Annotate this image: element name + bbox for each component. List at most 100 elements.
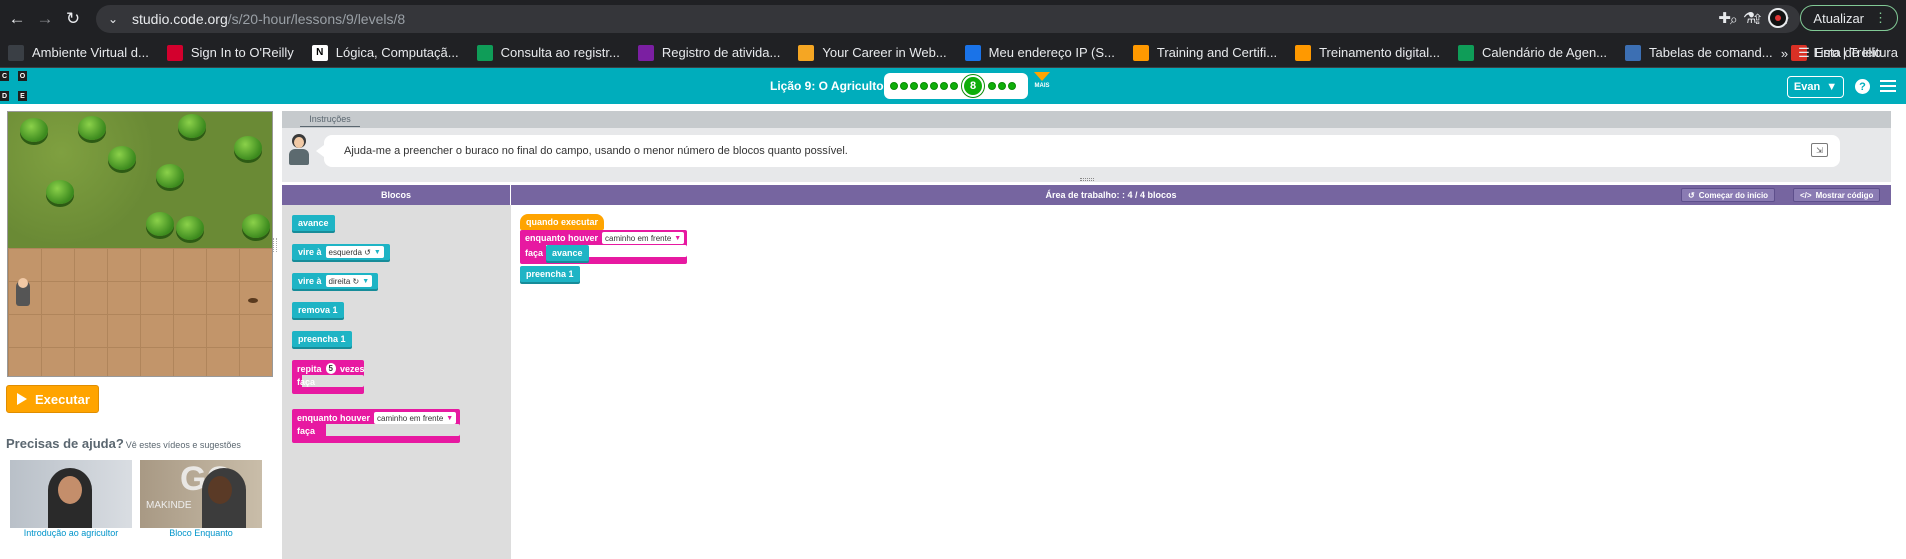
bookmark-item[interactable]: Training and Certifi... [1132, 44, 1277, 61]
level-dot[interactable] [910, 82, 918, 90]
condition-dropdown[interactable]: caminho em frente ▼ [602, 232, 685, 244]
instructions-resize-grip[interactable] [1080, 178, 1094, 181]
bookmark-item[interactable]: Tabelas de comand... [1625, 44, 1773, 61]
level-dot[interactable] [930, 82, 938, 90]
bookmark-label: Tabelas de comand... [1649, 45, 1773, 60]
bookmark-item[interactable]: N Lógica, Computaçã... [311, 44, 459, 61]
when-run-block[interactable]: quando executar [520, 214, 605, 230]
level-dot[interactable] [890, 82, 898, 90]
restart-icon: ↺ [1688, 190, 1695, 200]
level-dot[interactable] [900, 82, 908, 90]
bookmark-label: Calendário de Agen... [1481, 45, 1608, 60]
logo-letter: O [18, 71, 27, 81]
back-icon[interactable]: ← [6, 8, 28, 30]
url-text: studio.code.org/s/20-hour/lessons/9/leve… [132, 11, 406, 27]
block-slot [326, 424, 460, 436]
labs-flask-icon[interactable]: ⚗ [1743, 9, 1756, 27]
toolbox-block-move[interactable]: avance [292, 215, 335, 231]
bookmark-item[interactable]: Meu endereço IP (S... [964, 44, 1115, 61]
help-heading: Precisas de ajuda? Vê estes vídeos e suge… [6, 436, 241, 451]
panel-resize-handle[interactable] [273, 238, 277, 252]
start-over-button[interactable]: ↺ Começar do início [1681, 188, 1776, 202]
current-level-bubble[interactable]: 8 [962, 75, 984, 97]
more-bookmarks-icon[interactable]: » [1781, 46, 1788, 61]
direction-dropdown[interactable]: esquerda ↺ ▼ [325, 246, 384, 258]
extensions-icon[interactable]: ✚ [1718, 9, 1731, 27]
bookmark-label: Meu endereço IP (S... [988, 45, 1115, 60]
lesson-title[interactable]: Lição 9: O Agricultor [770, 79, 888, 93]
bookmark-item[interactable]: Consulta ao registr... [476, 44, 620, 61]
farmer-avatar-icon [286, 133, 310, 165]
bookmark-favicon-icon [1132, 44, 1149, 61]
dropdown-value: caminho em frente [605, 233, 672, 243]
fill-block[interactable]: preencha 1 [520, 266, 580, 282]
caret-down-icon: ▼ [1826, 81, 1838, 93]
bookmarks-overflow: » ☰ Lista de leitura [1781, 38, 1898, 67]
direction-dropdown[interactable]: direita ↻ ▼ [325, 275, 373, 287]
collapse-instructions-icon[interactable]: ⇲ [1811, 143, 1828, 157]
level-dot[interactable] [988, 82, 996, 90]
bookmarks-bar: Ambiente Virtual d... Sign In to O'Reilly… [0, 38, 1906, 68]
repeat-count-input[interactable]: 5 [325, 363, 336, 374]
video-thumbnail[interactable] [10, 460, 132, 528]
dirt-field [8, 248, 272, 376]
bookmark-favicon-icon [1625, 44, 1642, 61]
bookmark-item[interactable]: Registro de ativida... [637, 44, 781, 61]
level-dot[interactable] [950, 82, 958, 90]
move-block[interactable]: avance [546, 245, 589, 261]
level-dot[interactable] [920, 82, 928, 90]
dropdown-arrow-icon: ▼ [674, 234, 682, 242]
dropdown-value: esquerda ↺ [328, 247, 371, 257]
bookmark-item[interactable]: Your Career in Web... [798, 44, 947, 61]
browser-toolbar: ← → ↻ ⌄ studio.code.org/s/20-hour/lesson… [0, 0, 1906, 38]
bookmark-label: Your Career in Web... [822, 45, 947, 60]
bookmark-favicon-icon [8, 44, 24, 61]
bookmark-favicon-icon [476, 44, 493, 61]
code-org-logo[interactable]: CO DE [0, 71, 28, 101]
block-label: quando executar [526, 217, 599, 227]
presenter-face [58, 476, 82, 504]
tree-icon [146, 212, 174, 236]
bookmark-item[interactable]: Calendário de Agen... [1457, 44, 1608, 61]
level-dot[interactable] [940, 82, 948, 90]
bookmark-item[interactable]: Treinamento digital... [1295, 44, 1440, 61]
update-button[interactable]: Atualizar ⋮ [1800, 5, 1898, 31]
level-dot[interactable] [1008, 82, 1016, 90]
video-thumbnail[interactable]: GO MAKINDE [140, 460, 262, 528]
show-code-button[interactable]: </> Mostrar código [1793, 188, 1881, 202]
toolbox-block-dig[interactable]: remova 1 [292, 302, 344, 318]
site-info-icon[interactable]: ⌄ [108, 12, 122, 26]
bookmark-label: Registro de ativida... [661, 45, 781, 60]
more-levels-button[interactable]: MAIS [1032, 72, 1052, 89]
tree-icon [20, 118, 48, 142]
while-header: enquanto houver caminho em frente ▼ [525, 232, 685, 244]
workspace-canvas[interactable]: quando executar enquanto houver caminho e… [511, 205, 1891, 559]
block-label: preencha 1 [526, 269, 574, 279]
code-org-header: CO DE Lição 9: O Agricultor 8 MAIS Evan ▼… [0, 68, 1906, 104]
help-icon[interactable]: ? [1855, 79, 1870, 94]
run-button[interactable]: Executar [6, 385, 99, 413]
address-bar[interactable]: ⌄ studio.code.org/s/20-hour/lessons/9/le… [96, 5, 1800, 33]
block-label: avance [298, 218, 329, 228]
toolbox-block-turn-left[interactable]: vire à esquerda ↺ ▼ [292, 244, 390, 260]
tab-instructions[interactable]: Instruções [300, 114, 360, 127]
user-menu-button[interactable]: Evan ▼ [1787, 76, 1844, 98]
bookmark-item[interactable]: Sign In to O'Reilly [166, 44, 294, 61]
block-label: preencha 1 [298, 334, 346, 344]
presenter-face [208, 476, 232, 504]
hamburger-menu-icon[interactable] [1880, 80, 1896, 92]
reload-icon[interactable]: ↻ [62, 8, 84, 30]
forward-icon[interactable]: → [34, 8, 56, 30]
video-caption[interactable]: Introdução ao agricultor [10, 528, 132, 538]
bookmark-item[interactable]: Ambiente Virtual d... [8, 44, 149, 61]
dropdown-arrow-icon: ▼ [362, 277, 370, 285]
toolbox-block-turn-right[interactable]: vire à direita ↻ ▼ [292, 273, 379, 289]
level-dot[interactable] [998, 82, 1006, 90]
reading-list-button[interactable]: ☰ Lista de leitura [1798, 45, 1898, 61]
condition-dropdown[interactable]: caminho em frente ▼ [374, 412, 457, 424]
video-caption[interactable]: Bloco Enquanto [140, 528, 262, 538]
toolbox-block-fill[interactable]: preencha 1 [292, 331, 352, 347]
toolbox-header: Blocos [282, 185, 510, 205]
profile-avatar-icon[interactable] [1768, 8, 1789, 28]
block-label: enquanto houver [297, 413, 371, 423]
